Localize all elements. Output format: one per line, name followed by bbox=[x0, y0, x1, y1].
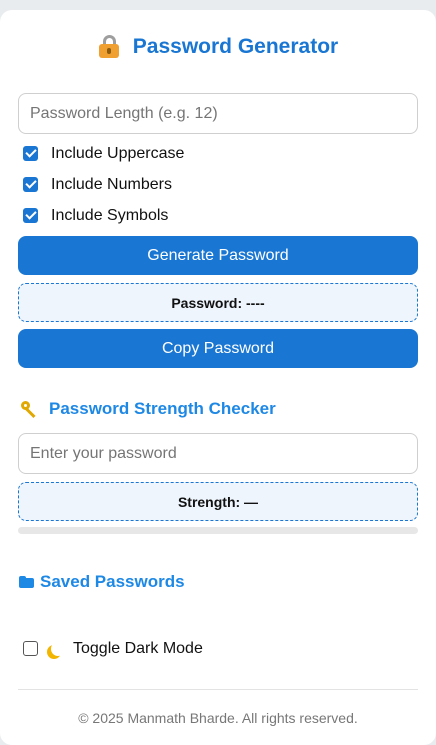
footer-divider bbox=[18, 689, 418, 690]
key-icon bbox=[21, 401, 41, 419]
option-uppercase[interactable]: Include Uppercase bbox=[18, 138, 418, 169]
option-label: Include Symbols bbox=[51, 206, 169, 224]
password-length-input[interactable] bbox=[18, 93, 418, 134]
numbers-checkbox[interactable] bbox=[23, 177, 38, 192]
strength-section-title: Password Strength Checker bbox=[18, 398, 418, 420]
app-title-text: Password Generator bbox=[132, 35, 339, 58]
strength-title-text: Password Strength Checker bbox=[49, 399, 276, 418]
dark-mode-label: Toggle Dark Mode bbox=[73, 639, 203, 657]
moon-icon bbox=[51, 642, 65, 656]
folder-icon bbox=[19, 576, 34, 588]
footer-copyright: © 2025 Manmath Bharde. All rights reserv… bbox=[78, 710, 358, 726]
option-label: Include Numbers bbox=[51, 175, 172, 193]
dark-mode-toggle-row[interactable]: Toggle Dark Mode bbox=[18, 633, 418, 664]
saved-section-title: Saved Passwords bbox=[18, 571, 418, 593]
dark-mode-checkbox[interactable] bbox=[23, 641, 38, 656]
option-label: Include Uppercase bbox=[51, 144, 185, 162]
option-symbols[interactable]: Include Symbols bbox=[18, 200, 418, 231]
option-numbers[interactable]: Include Numbers bbox=[18, 169, 418, 200]
strength-result-display: Strength: — bbox=[18, 482, 418, 521]
lock-icon bbox=[98, 35, 124, 59]
options-list: Include Uppercase Include Numbers Includ… bbox=[18, 138, 418, 231]
saved-title-text: Saved Passwords bbox=[40, 572, 185, 591]
strength-password-input[interactable] bbox=[18, 433, 418, 474]
symbols-checkbox[interactable] bbox=[23, 208, 38, 223]
strength-meter-bar bbox=[18, 527, 418, 534]
password-generator-card: Password Generator Include Uppercase Inc… bbox=[0, 10, 436, 745]
uppercase-checkbox[interactable] bbox=[23, 146, 38, 161]
generated-password-display: Password: ---- bbox=[18, 283, 418, 322]
generate-password-button[interactable]: Generate Password bbox=[18, 236, 418, 275]
app-title: Password Generator bbox=[18, 32, 418, 62]
copy-password-button[interactable]: Copy Password bbox=[18, 329, 418, 368]
